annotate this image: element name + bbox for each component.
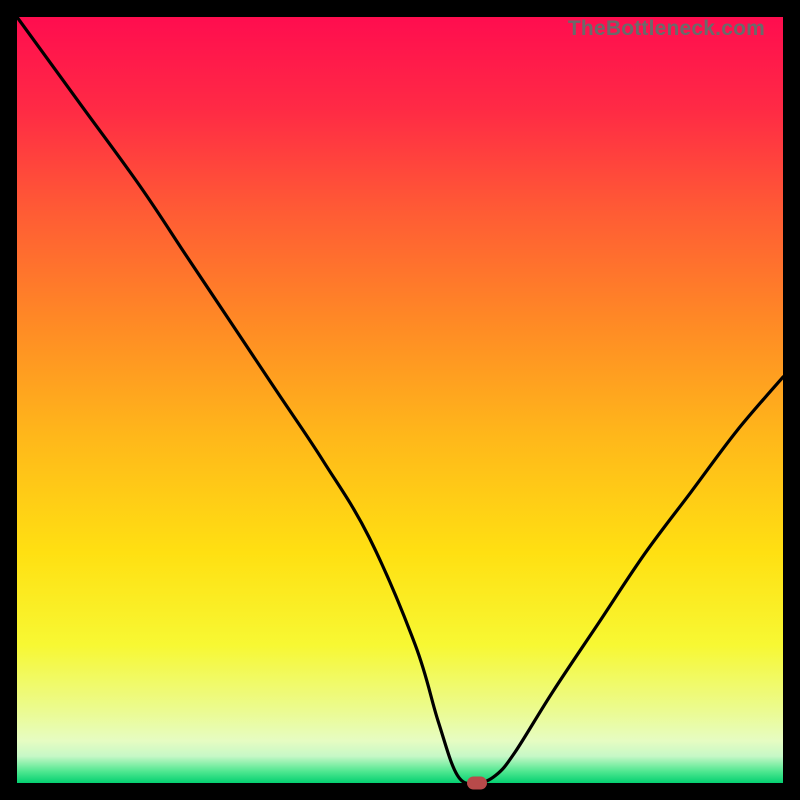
plot-area: TheBottleneck.com (17, 17, 783, 783)
chart-frame: TheBottleneck.com (0, 0, 800, 800)
optimum-marker (467, 777, 487, 790)
bottleneck-curve (17, 17, 783, 783)
